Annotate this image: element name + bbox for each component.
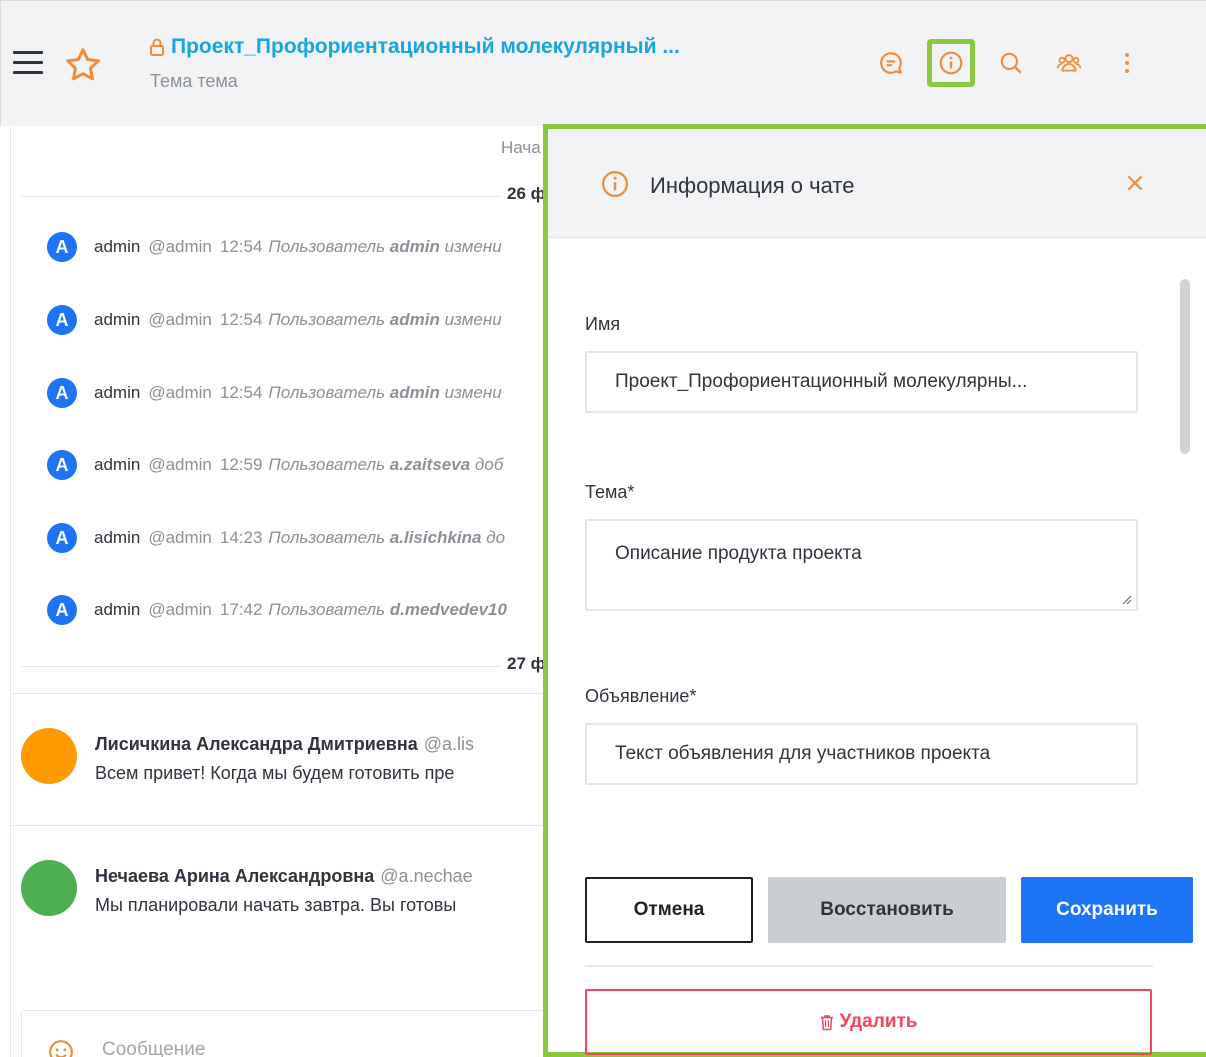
avatar[interactable]: A (47, 450, 77, 480)
room-title-block: Проект_Профориентационный молекулярный .… (149, 35, 849, 92)
composer-placeholder: Сообщение (102, 1039, 206, 1057)
system-message[interactable]: A admin @admin 12:59 Пользователь a.zait… (47, 450, 551, 480)
system-message-text: Пользователь a.lisichkina до (268, 528, 506, 547)
save-button[interactable]: Сохранить (1021, 877, 1193, 943)
message-time: 17:42 (219, 600, 263, 619)
topic-field[interactable]: Описание продукта проекта (585, 519, 1138, 611)
name-label: Имя (585, 314, 621, 334)
message-list: Нача 26 фе A admin @admin 12:54 Пользова… (10, 126, 561, 1057)
date-divider: 27 фе (21, 654, 561, 684)
message-username[interactable]: admin (94, 237, 140, 257)
system-message-text: Пользователь admin измени (268, 237, 502, 256)
discussion-icon[interactable] (875, 47, 907, 79)
emoji-icon[interactable] (48, 1039, 74, 1057)
avatar[interactable]: A (47, 378, 77, 408)
message-time: 12:54 (219, 383, 263, 402)
room-title[interactable]: Проект_Профориентационный молекулярный .… (149, 35, 849, 59)
date-divider: 26 фе (21, 184, 561, 214)
message-time: 12:54 (219, 310, 263, 329)
name-field[interactable] (585, 351, 1138, 413)
menu-icon[interactable] (13, 51, 43, 75)
message-body: Лисичкина Александра Дмитриевна @a.lis Вс… (95, 724, 474, 814)
message-divider (11, 693, 551, 694)
system-message[interactable]: A admin @admin 12:54 Пользователь admin … (47, 232, 551, 262)
message-handle: @admin (148, 383, 212, 402)
start-of-conversation-label: Нача (501, 138, 541, 157)
delete-label: Удалить (839, 1011, 918, 1032)
room-info-panel: Информация о чате Имя Тема* Описание про… (543, 124, 1206, 1057)
info-icon (602, 171, 628, 197)
avatar[interactable] (21, 728, 77, 784)
message[interactable]: Лисичкина Александра Дмитриевна @a.lis Вс… (21, 724, 551, 814)
system-message[interactable]: A admin @admin 14:23 Пользователь a.lisi… (47, 523, 551, 553)
members-icon[interactable] (1053, 47, 1085, 79)
message-text: Мы планировали начать завтра. Вы готовы (95, 895, 457, 915)
search-icon[interactable] (995, 47, 1027, 79)
topic-label: Тема* (585, 482, 635, 502)
info-icon[interactable] (927, 39, 975, 87)
message-handle: @admin (148, 455, 212, 474)
topic-value: Описание продукта проекта (615, 543, 862, 564)
message-body: Нечаева Арина Александровна @a.nechae Мы … (95, 856, 473, 946)
restore-button[interactable]: Восстановить (768, 877, 1006, 943)
announcement-label: Объявление* (585, 686, 697, 706)
panel-separator (585, 965, 1153, 967)
message[interactable]: Нечаева Арина Александровна @a.nechae Мы … (21, 856, 551, 946)
message-composer[interactable]: Сообщение (21, 1010, 561, 1057)
panel-scrollbar[interactable] (1180, 279, 1190, 809)
system-message-text: Пользователь d.medvedev10 (268, 600, 507, 619)
message-username[interactable]: admin (94, 455, 140, 475)
close-icon[interactable] (1123, 171, 1147, 195)
room-title-text: Проект_Профориентационный молекулярный .… (171, 35, 680, 58)
message-username[interactable]: Лисичкина Александра Дмитриевна (95, 734, 418, 754)
message-username[interactable]: admin (94, 600, 140, 620)
message-handle: @admin (148, 237, 212, 256)
avatar[interactable]: A (47, 523, 77, 553)
message-text: Всем привет! Когда мы будем готовить пре (95, 763, 455, 783)
message-divider (11, 825, 551, 826)
kebab-icon[interactable] (1111, 47, 1143, 79)
avatar[interactable]: A (47, 595, 77, 625)
system-message-text: Пользователь admin измени (268, 383, 502, 402)
message-username[interactable]: Нечаева Арина Александровна (95, 866, 374, 886)
system-message-text: Пользователь a.zaitseva доб (268, 455, 504, 474)
message-handle: @admin (148, 310, 212, 329)
message-time: 14:23 (219, 528, 263, 547)
message-handle: @admin (148, 528, 212, 547)
message-time: 12:59 (219, 455, 263, 474)
system-message-text: Пользователь admin измени (268, 310, 502, 329)
avatar[interactable]: A (47, 232, 77, 262)
trash-icon (820, 1014, 833, 1030)
announcement-field[interactable] (585, 723, 1138, 785)
system-message[interactable]: A admin @admin 12:54 Пользователь admin … (47, 378, 551, 408)
message-handle: @a.lis (423, 734, 475, 754)
message-time: 12:54 (219, 237, 263, 256)
room-header: Проект_Профориентационный молекулярный .… (0, 0, 1206, 126)
panel-title: Информация о чате (650, 173, 855, 198)
resize-handle-icon[interactable] (1120, 593, 1132, 605)
room-topic: Тема тема (150, 71, 238, 91)
message-handle: @a.nechae (380, 866, 473, 886)
message-username[interactable]: admin (94, 528, 140, 548)
message-username[interactable]: admin (94, 310, 140, 330)
star-icon[interactable] (63, 45, 103, 85)
cancel-button[interactable]: Отмена (585, 877, 753, 943)
message-handle: @admin (148, 600, 212, 619)
system-message[interactable]: A admin @admin 12:54 Пользователь admin … (47, 305, 551, 335)
panel-header: Информация о чате (548, 129, 1206, 238)
avatar[interactable] (21, 860, 77, 916)
system-message[interactable]: A admin @admin 17:42 Пользователь d.medv… (47, 595, 551, 625)
scrollbar-thumb[interactable] (1180, 279, 1190, 454)
delete-button[interactable]: Удалить (585, 989, 1152, 1055)
avatar[interactable]: A (47, 305, 77, 335)
lock-icon (150, 38, 164, 56)
message-username[interactable]: admin (94, 383, 140, 403)
